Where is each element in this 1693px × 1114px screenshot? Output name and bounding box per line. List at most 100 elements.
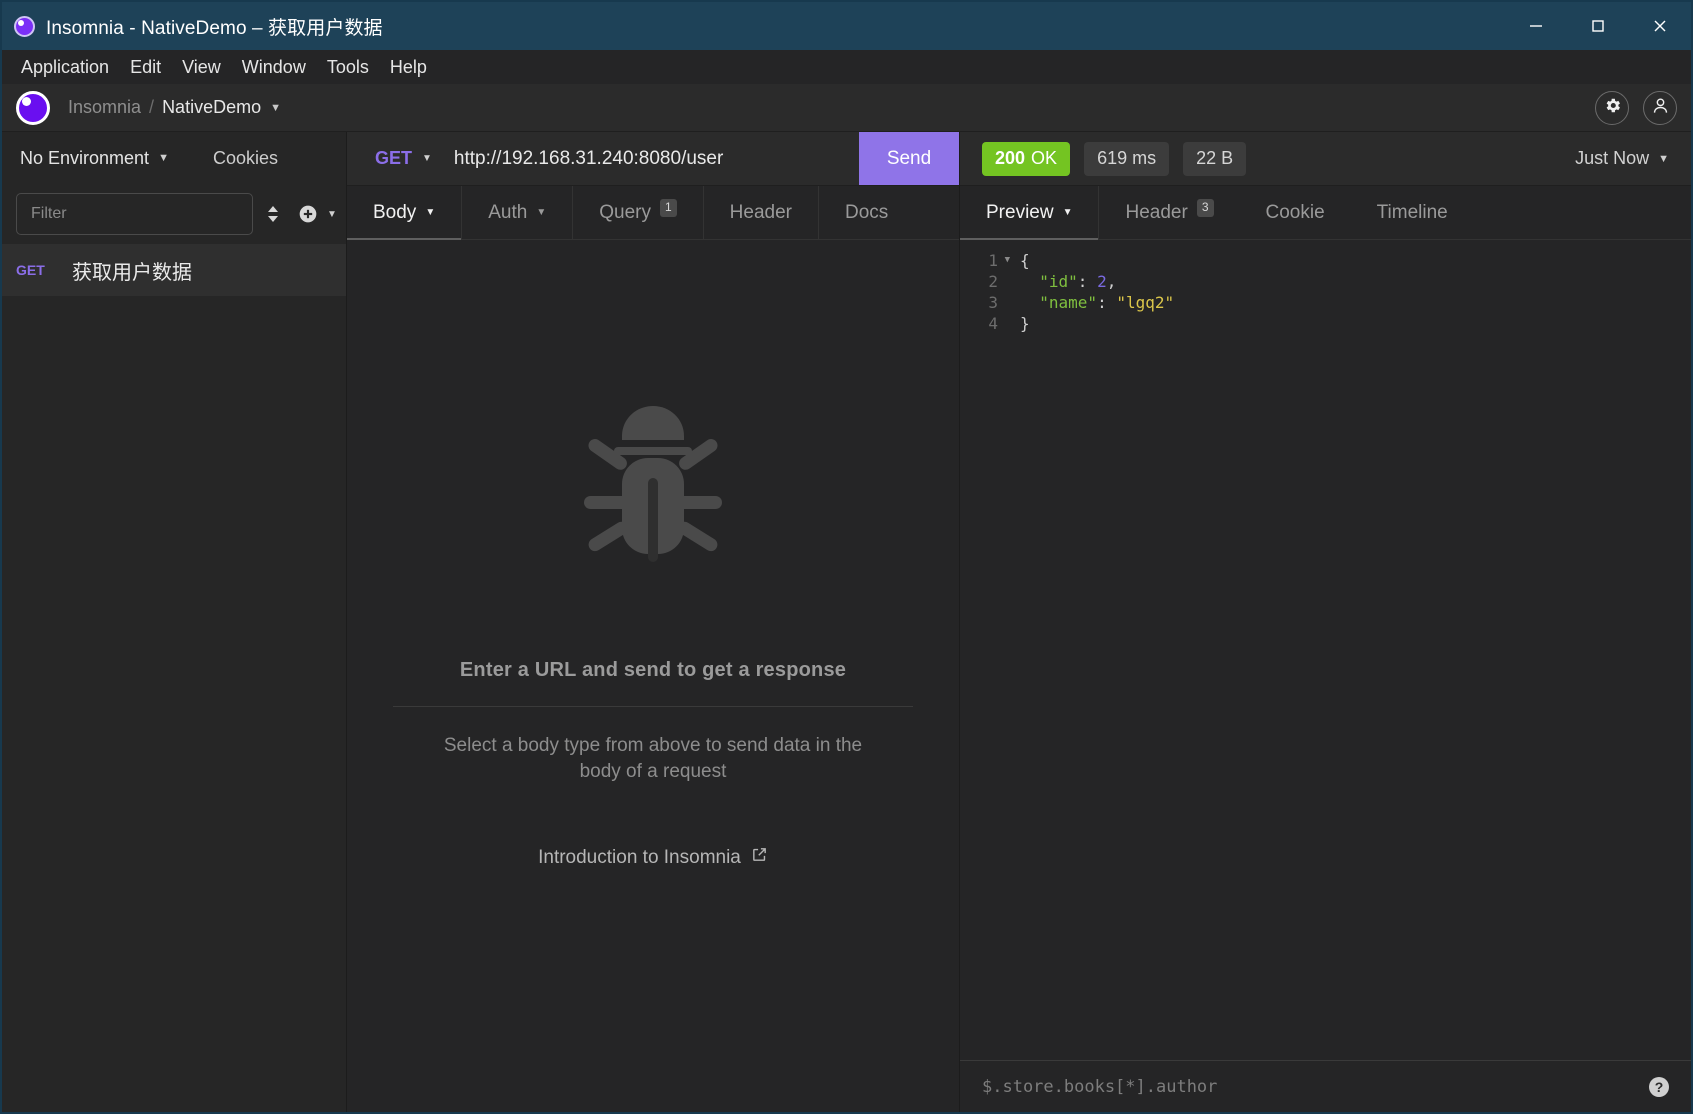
send-button[interactable]: Send — [859, 132, 959, 185]
maximize-button[interactable] — [1567, 2, 1629, 50]
question-mark-icon[interactable]: ? — [1649, 1076, 1669, 1097]
title-bar: Insomnia - NativeDemo – 获取用户数据 — [2, 2, 1691, 50]
chevron-down-icon[interactable]: ▼ — [1658, 153, 1669, 165]
status-text: OK — [1031, 148, 1058, 168]
code-line: { — [1020, 251, 1030, 270]
tab-label: Docs — [844, 201, 889, 223]
introduction-link[interactable]: Introduction to Insomnia — [538, 846, 768, 869]
tab-auth[interactable]: Auth ▼ — [462, 186, 574, 239]
sidebar: No Environment ▼ Cookies Filter ▼ GET 获取… — [2, 132, 347, 1112]
menu-item-application[interactable]: Application — [12, 54, 118, 81]
window-title: Insomnia - NativeDemo – 获取用户数据 — [46, 17, 383, 39]
line-number: 1 ▼ — [988, 251, 1010, 270]
user-icon — [1651, 96, 1670, 120]
response-timestamp[interactable]: Just Now — [1575, 148, 1649, 169]
environment-row: No Environment ▼ Cookies — [2, 132, 346, 184]
response-size-badge[interactable]: 22 B — [1183, 141, 1247, 176]
breadcrumb-root[interactable]: Insomnia — [68, 97, 141, 118]
status-code: 200 — [995, 148, 1026, 168]
menu-item-edit[interactable]: Edit — [121, 54, 170, 81]
response-time-badge[interactable]: 619 ms — [1084, 141, 1170, 176]
account-button[interactable] — [1643, 90, 1677, 125]
header-bar: Insomnia / NativeDemo ▼ — [2, 84, 1691, 132]
divider — [393, 706, 913, 707]
response-status-bar: 200 OK 619 ms 22 B Just Now ▼ — [960, 132, 1691, 186]
environment-selector[interactable]: No Environment — [20, 148, 149, 169]
breadcrumb-separator: / — [149, 97, 155, 117]
tab-label: Timeline — [1376, 201, 1448, 223]
response-filter-bar: ? — [960, 1060, 1691, 1112]
menu-item-window[interactable]: Window — [233, 54, 315, 81]
chevron-down-icon[interactable]: ▼ — [327, 209, 337, 220]
line-number: 3 — [988, 293, 998, 312]
tab-label: Body — [373, 201, 417, 223]
empty-state-subtext: Select a body type from above to send da… — [443, 735, 863, 782]
settings-button[interactable] — [1595, 90, 1629, 125]
url-bar: GET ▼ Send — [347, 132, 959, 186]
chevron-down-icon[interactable]: ▼ — [158, 152, 169, 164]
menu-bar: Application Edit View Window Tools Help — [2, 50, 1691, 84]
sort-icon[interactable] — [265, 199, 281, 229]
response-code-lines: { "id": 2, "name": "lgq2"} — [1006, 250, 1691, 1060]
method-selector[interactable]: GET ▼ — [347, 132, 446, 185]
tab-label: Auth — [488, 201, 528, 223]
insomnia-brand-icon — [16, 90, 50, 125]
window-controls — [1505, 2, 1691, 50]
response-body-viewer[interactable]: 1 ▼ 2 3 4 { "id": 2, "name": "lgq2"} — [960, 240, 1691, 1060]
menu-item-view[interactable]: View — [173, 54, 230, 81]
external-link-icon — [751, 846, 768, 869]
tab-header[interactable]: Header — [704, 186, 819, 239]
introduction-link-label: Introduction to Insomnia — [538, 846, 741, 868]
chevron-down-icon: ▼ — [425, 207, 436, 218]
breadcrumb-current[interactable]: NativeDemo — [162, 97, 261, 118]
insomnia-logo-icon — [14, 15, 35, 37]
tab-response-header[interactable]: Header 3 — [1099, 186, 1239, 239]
tab-label: Query — [599, 201, 651, 223]
chevron-down-icon: ▼ — [422, 153, 432, 164]
tab-timeline[interactable]: Timeline — [1351, 186, 1474, 239]
code-line: "name": "lgq2" — [1020, 293, 1175, 312]
request-method-label: GET — [16, 262, 45, 278]
sidebar-filter-input[interactable] — [16, 193, 253, 235]
tab-label: Header — [729, 201, 792, 223]
bug-icon — [570, 400, 736, 581]
url-input[interactable] — [445, 132, 859, 185]
gear-icon — [1603, 96, 1622, 120]
menu-item-tools[interactable]: Tools — [318, 54, 378, 81]
request-list: GET 获取用户数据 — [2, 244, 346, 1112]
tab-body[interactable]: Body ▼ — [347, 186, 463, 240]
request-pane: GET ▼ Send Body ▼ Auth ▼ Query 1 — [347, 132, 960, 1112]
tab-query[interactable]: Query 1 — [573, 186, 704, 239]
tab-cookie[interactable]: Cookie — [1240, 186, 1351, 239]
tab-docs[interactable]: Docs — [819, 186, 914, 239]
request-empty-state: Enter a URL and send to get a response S… — [347, 240, 959, 1112]
cookies-button[interactable]: Cookies — [213, 148, 278, 169]
filter-row: ▼ — [2, 184, 346, 244]
code-line: } — [1020, 314, 1030, 333]
request-name-label: 获取用户数据 — [72, 261, 192, 284]
add-request-group[interactable]: ▼ — [293, 199, 337, 229]
minimize-button[interactable] — [1505, 2, 1567, 50]
main-area: No Environment ▼ Cookies Filter ▼ GET 获取… — [2, 132, 1691, 1112]
empty-state-heading: Enter a URL and send to get a response — [459, 659, 847, 681]
chevron-down-icon: ▼ — [1062, 207, 1073, 218]
status-badge: 3 — [1196, 199, 1214, 217]
menu-item-help[interactable]: Help — [381, 54, 436, 81]
method-label: GET — [375, 148, 413, 168]
request-tabs: Body ▼ Auth ▼ Query 1 Header Docs — [347, 186, 959, 240]
tab-label: Cookie — [1265, 201, 1325, 223]
response-tabs: Preview ▼ Header 3 Cookie Timeline — [960, 186, 1691, 240]
code-line: "id": 2, — [1020, 272, 1117, 291]
tab-label: Header — [1125, 201, 1188, 223]
tab-preview[interactable]: Preview ▼ — [960, 186, 1100, 240]
line-number: 4 — [988, 314, 998, 333]
status-badge[interactable]: 200 OK — [982, 141, 1071, 176]
list-item[interactable]: GET 获取用户数据 — [2, 244, 346, 296]
status-badge: 1 — [659, 199, 677, 217]
fold-arrow-icon[interactable]: ▼ — [1005, 250, 1010, 271]
plus-circle-icon[interactable] — [293, 199, 323, 229]
close-button[interactable] — [1629, 2, 1691, 50]
jsonpath-filter-input[interactable] — [982, 1076, 1649, 1097]
chevron-down-icon[interactable]: ▼ — [270, 102, 281, 114]
response-pane: 200 OK 619 ms 22 B Just Now ▼ Preview ▼ … — [960, 132, 1691, 1112]
